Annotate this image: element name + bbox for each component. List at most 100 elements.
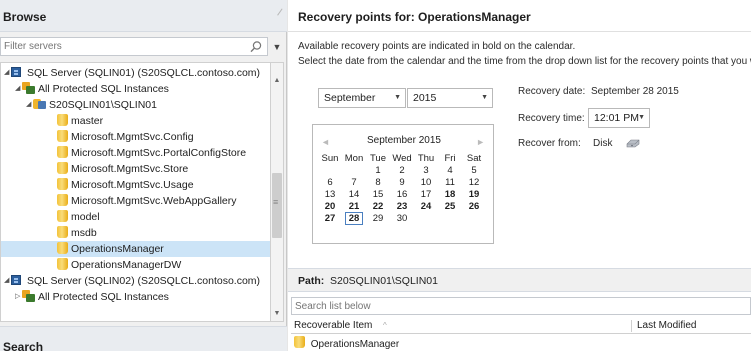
calendar-day-label: 4 [447,165,453,176]
filter-servers-input[interactable] [1,38,221,55]
tree-item[interactable]: Microsoft.MgmtSvc.Config [50,129,194,145]
tree-item[interactable]: ◢ SQL Server (SQLIN01) (S20SQLCL.contoso.… [4,65,260,81]
calendar-day[interactable]: 6 [318,177,342,189]
calendar-day-label: 19 [468,189,480,200]
calendar-day[interactable]: 30 [390,213,414,225]
tree-item[interactable]: master [50,113,103,129]
calendar-day[interactable]: 9 [390,177,414,189]
tree-item-label: Microsoft.MgmtSvc.Config [71,131,194,143]
calendar-day[interactable]: 1 [366,165,390,177]
tree-item[interactable]: OperationsManagerDW [50,257,181,273]
filter-dropdown-icon[interactable]: ▼ [270,40,284,54]
calendar-day[interactable]: 16 [390,189,414,201]
tree-item[interactable]: OperationsManager [1,241,270,257]
tree-item-label: model [71,211,100,223]
scrollbar-thumb[interactable] [272,173,282,238]
calendar-day[interactable]: 4 [438,165,462,177]
column-divider[interactable] [631,320,632,332]
calendar-day-label: 26 [468,201,480,212]
calendar-day[interactable]: 5 [462,165,486,177]
protected-instances-icon [22,290,35,302]
path-bar: Path: S20SQLIN01\SQLIN01 [288,268,751,292]
calendar-day[interactable]: 3 [414,165,438,177]
calendar-day[interactable]: 2 [390,165,414,177]
tree-item[interactable]: ◢ All Protected SQL Instances [15,81,169,97]
tree-item[interactable]: ◢ SQL Server (SQLIN02) (S20SQLCL.contoso.… [4,273,260,289]
tree-item[interactable]: msdb [50,225,97,241]
month-select[interactable]: September ▼ [318,88,406,108]
tree-item-label: SQL Server (SQLIN02) (S20SQLCL.contoso.c… [27,275,261,287]
list-search-box[interactable] [291,297,751,315]
calendar-day[interactable]: 29 [366,213,390,225]
calendar-day[interactable]: 23 [390,201,414,213]
chevron-down-icon[interactable]: ▼ [481,89,488,107]
calendar-day[interactable]: 26 [462,201,486,213]
expand-toggle-icon[interactable]: ◢ [4,273,11,289]
tree-item-label: OperationsManagerDW [71,259,182,271]
calendar-day[interactable]: 17 [414,189,438,201]
recovery-time-select[interactable]: 12:01 PM ▼ [588,108,650,128]
tree-item[interactable]: Microsoft.MgmtSvc.PortalConfigStore [50,145,246,161]
calendar-day[interactable]: 8 [366,177,390,189]
tree-item[interactable]: ▷ All Protected SQL Instances [15,289,169,305]
list-item[interactable]: OperationsManager [291,336,751,351]
chevron-down-icon[interactable]: ▼ [394,89,401,107]
scroll-down-icon[interactable]: ▼ [271,308,283,320]
expand-toggle-icon[interactable]: ▷ [15,289,22,305]
chevron-down-icon[interactable]: ▼ [638,109,645,127]
tree-scrollbar[interactable]: ▲ ▼ [270,62,284,322]
filter-servers-box[interactable] [0,37,268,56]
database-icon [57,178,68,190]
browse-pane: Browse ▼ ◢ SQL Server (SQLIN01) (S20SQLCL… [0,0,287,351]
calendar-day[interactable]: 25 [438,201,462,213]
tree-item[interactable]: Microsoft.MgmtSvc.Usage [50,177,194,193]
calendar-day[interactable]: 27 [318,213,342,225]
calendar-day[interactable]: 7 [342,177,366,189]
calendar-day[interactable]: 28 [342,212,366,225]
calendar-day[interactable]: 14 [342,189,366,201]
calendar-day[interactable]: 15 [366,189,390,201]
search-icon[interactable] [249,40,263,54]
tree-item[interactable]: Microsoft.MgmtSvc.Store [50,161,188,177]
weekday-header: Tue [369,153,387,164]
calendar-day[interactable]: 19 [462,189,486,201]
calendar-day[interactable]: 22 [366,201,390,213]
calendar-day-label: 11 [445,177,455,188]
calendar-day[interactable]: 13 [318,189,342,201]
tree-item-label: Microsoft.MgmtSvc.Store [71,163,189,175]
database-icon [57,146,68,158]
calendar-day-label: 30 [396,213,408,224]
tree-item-label: master [71,115,104,127]
tree-item-label: OperationsManager [71,243,164,255]
calendar-day[interactable]: 20 [318,201,342,213]
recovery-header: Recovery points for: OperationsManager [288,0,751,32]
calendar-day[interactable]: 12 [462,177,486,189]
year-select[interactable]: 2015 ▼ [407,88,493,108]
tree-item[interactable]: model [50,209,100,225]
tree-item[interactable]: ◢ S20SQLIN01\SQLIN01 [26,97,157,113]
expand-toggle-icon[interactable]: ◢ [15,81,22,97]
expand-toggle-icon[interactable]: ◢ [4,65,11,81]
column-recoverable-item[interactable]: Recoverable Item [294,318,372,334]
calendar-day[interactable]: 11 [438,177,462,189]
calendar-month-title: September 2015 [367,135,441,146]
tree-item[interactable]: Microsoft.MgmtSvc.WebAppGallery [50,193,237,209]
calendar-day[interactable]: 24 [414,201,438,213]
database-icon [57,258,68,270]
calendar-day-label: 24 [420,201,432,212]
scroll-up-icon[interactable]: ▲ [271,75,283,87]
expand-toggle-icon[interactable]: ◢ [26,97,33,113]
calendar-empty-cell [414,213,438,225]
calendar-empty-cell [318,165,342,177]
browse-title: Browse [3,10,47,24]
calendar-day[interactable]: 10 [414,177,438,189]
next-month-icon[interactable]: ► [476,137,485,147]
calendar-day-label: 8 [375,177,381,188]
tree-item-label: msdb [71,227,97,239]
calendar-day[interactable]: 18 [438,189,462,201]
browse-header: Browse [0,0,287,32]
list-search-input[interactable] [292,298,732,314]
calendar-day-label: 21 [348,201,360,212]
column-last-modified[interactable]: Last Modified [637,318,696,334]
resize-grip-icon[interactable] [271,4,283,16]
